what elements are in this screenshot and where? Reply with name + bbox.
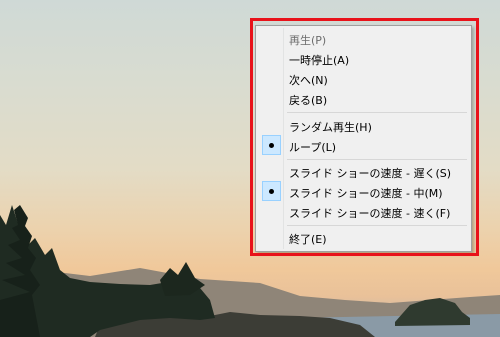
annotation-highlight-box <box>250 18 479 256</box>
